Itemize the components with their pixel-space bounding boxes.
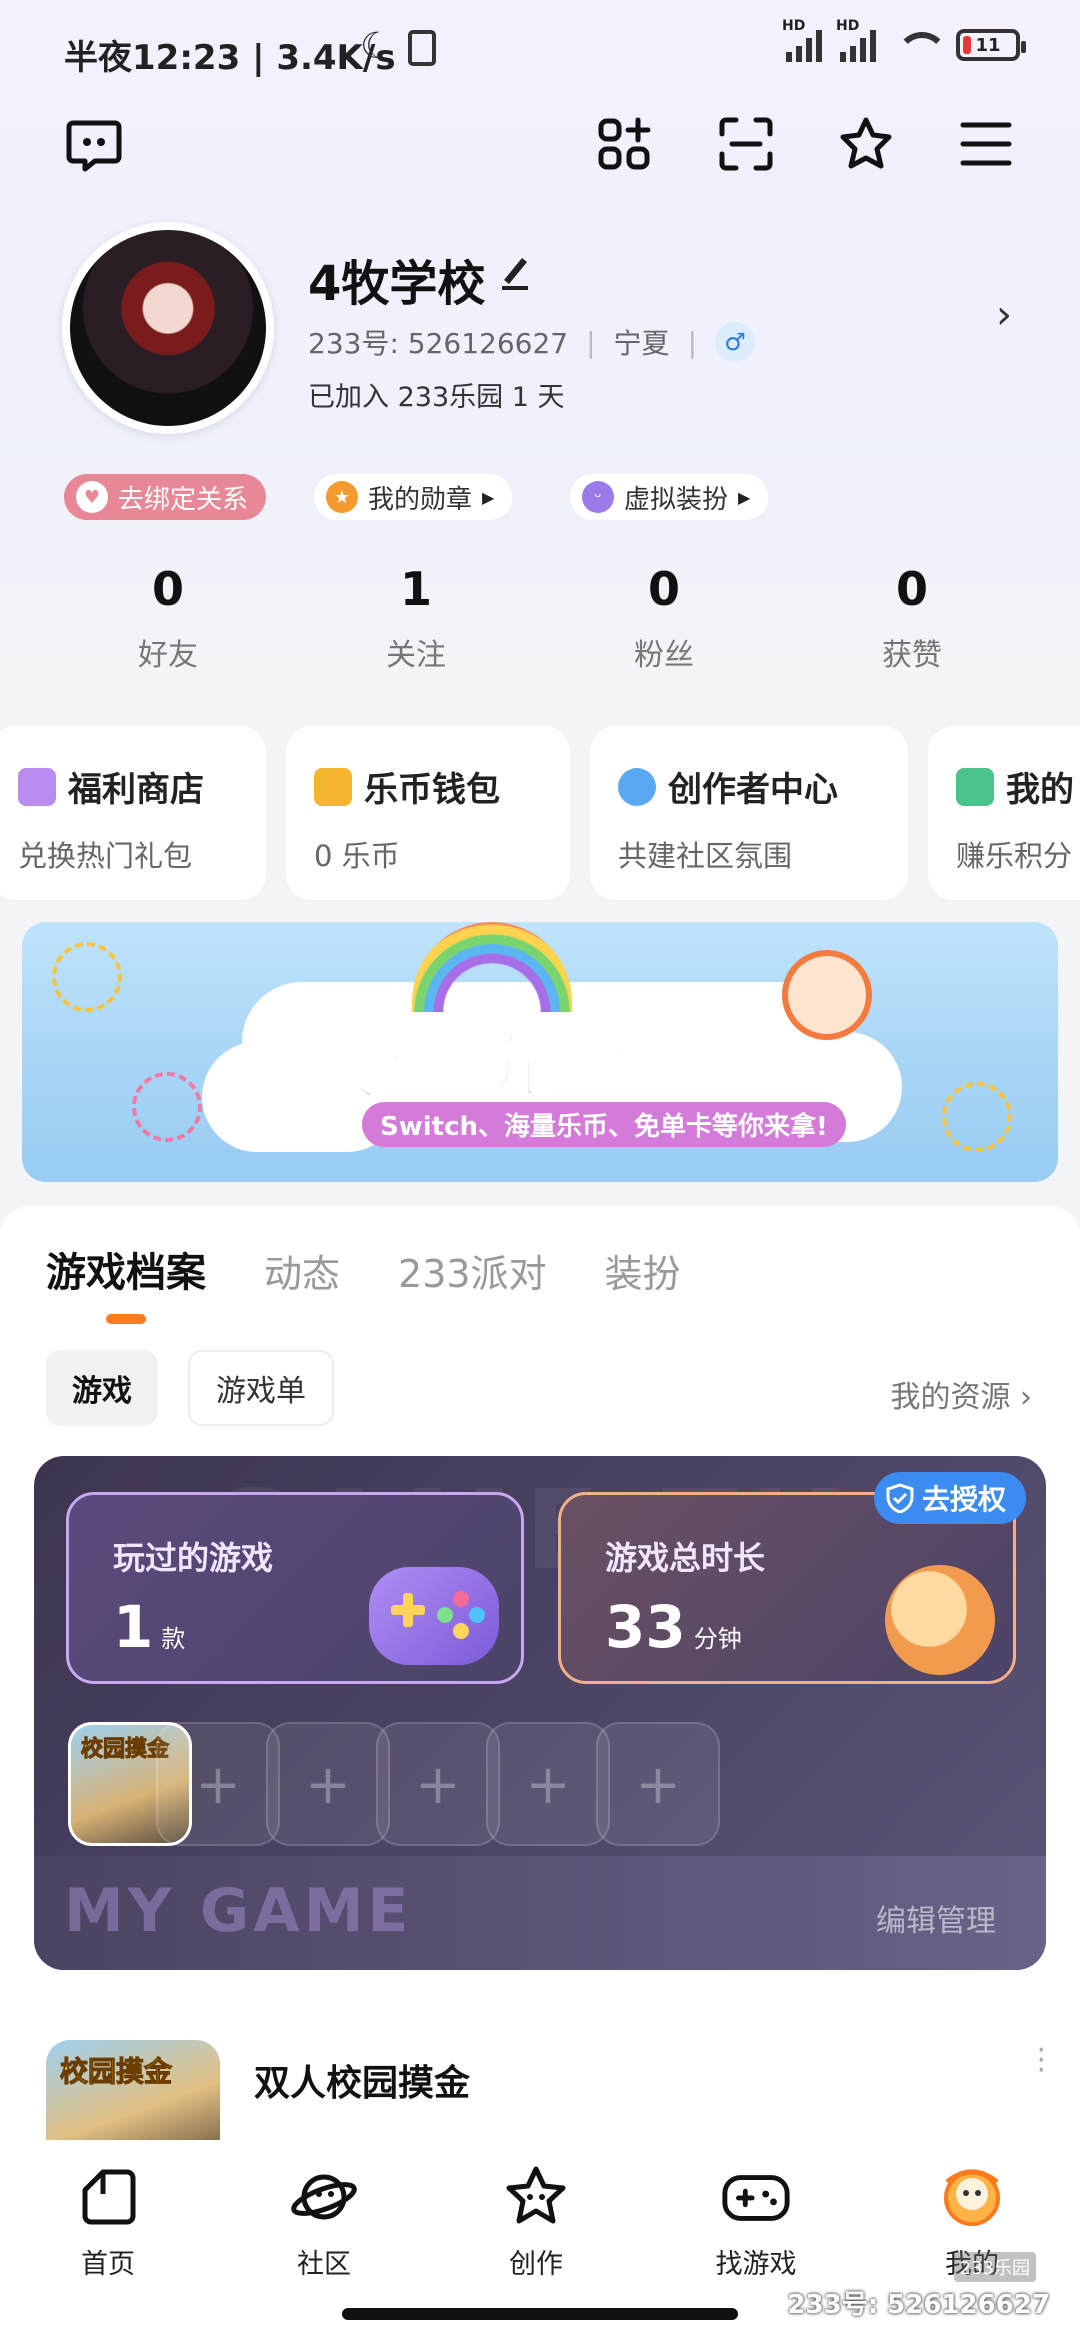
bind-relation-button[interactable]: ♥ 去绑定关系 <box>64 474 267 520</box>
signal-icon: HD <box>782 18 822 62</box>
welfare-shop-card[interactable]: 福利商店 兑换热门礼包 <box>0 726 266 900</box>
watermark-logo: 233乐园 <box>953 2252 1036 2282</box>
stat-following[interactable]: 1 关注 <box>336 562 496 674</box>
my-resources-link[interactable]: 我的资源 › <box>890 1372 1032 1416</box>
status-time: 半夜12:23 <box>64 38 241 78</box>
tab-party[interactable]: 233派对 <box>398 1243 547 1298</box>
banner-title: 快乐充能站 <box>290 1011 752 1115</box>
medal-icon: ★ <box>326 481 358 513</box>
star-icon <box>501 2164 571 2230</box>
promo-banner[interactable]: 快乐充能站 Switch、海量乐币、免单卡等你来拿! <box>22 922 1058 1182</box>
tab-indicator <box>106 1314 146 1324</box>
wifi-icon <box>894 28 948 62</box>
gift-icon <box>18 767 56 806</box>
profile-face-icon <box>937 2164 1007 2230</box>
edit-name-icon[interactable] <box>500 250 530 290</box>
triangle-right-icon: ▶ <box>482 487 495 507</box>
my-points-card[interactable]: 我的 赚乐积分 <box>928 726 1080 900</box>
add-game-slot[interactable]: + <box>596 1722 720 1846</box>
profile-region: 宁夏 <box>613 327 670 360</box>
gender-male-icon: ♂ <box>715 322 755 362</box>
nav-find-games[interactable]: 找游戏 <box>676 2164 836 2281</box>
battery-level: 11 <box>975 34 1001 56</box>
favorite-star-icon[interactable] <box>834 112 898 176</box>
stat-friends[interactable]: 0 好友 <box>88 562 248 674</box>
edit-manage-button[interactable]: 编辑管理 <box>876 1896 996 1940</box>
battery-icon: 11 <box>956 29 1026 61</box>
banner-subtitle: Switch、海量乐币、免单卡等你来拿! <box>362 1102 846 1147</box>
watermark-text: 233号: 526126627 <box>787 2290 1050 2320</box>
home-indicator[interactable] <box>342 2308 738 2320</box>
moon-icon: ☾ <box>360 26 393 67</box>
message-icon[interactable] <box>62 112 126 176</box>
signal-icon: HD <box>836 18 876 62</box>
hearts-icon: ♥ <box>76 481 108 513</box>
chip-game-lists[interactable]: 游戏单 <box>188 1350 334 1426</box>
notification-icon <box>408 30 436 66</box>
profile-id: 233号: 526126627 <box>308 327 569 360</box>
coin-wallet-card[interactable]: 乐币钱包 0 乐币 <box>286 726 570 900</box>
chip-games[interactable]: 游戏 <box>46 1350 158 1426</box>
game-thumbnail: 校园摸金 <box>46 2040 220 2150</box>
home-icon <box>73 2164 143 2230</box>
creator-center-card[interactable]: 创作者中心 共建社区氛围 <box>590 726 908 900</box>
more-options-icon[interactable]: · · · <box>1036 2036 1046 2086</box>
clown-decoration <box>782 950 872 1040</box>
tab-outfit[interactable]: 装扮 <box>605 1243 681 1298</box>
add-game-slot[interactable]: + <box>266 1722 390 1846</box>
my-medals-button[interactable]: ★ 我的勋章 ▶ <box>314 474 513 520</box>
status-bar: 半夜12:23 | 3.4K/s ☾ HD HD 11 <box>0 0 1080 100</box>
book-icon <box>956 767 994 806</box>
planet-icon <box>289 2164 359 2230</box>
triangle-right-icon: ▶ <box>738 487 751 507</box>
add-game-slot[interactable]: + <box>156 1722 280 1846</box>
nav-create[interactable]: 创作 <box>456 2164 616 2281</box>
gamepad-icon <box>369 1567 499 1665</box>
nav-community[interactable]: 社区 <box>244 2164 404 2281</box>
gamepad-icon <box>721 2164 791 2230</box>
virtual-outfit-button[interactable]: ᵕ 虚拟装扮 ▶ <box>570 474 769 520</box>
shield-check-icon <box>886 1483 914 1513</box>
scan-icon[interactable] <box>714 112 778 176</box>
add-game-slot[interactable]: + <box>486 1722 610 1846</box>
game-stats-card: GAME TIME 玩过的游戏 1款 游戏总时长 33分钟 去授权 校园摸金 +… <box>34 1456 1046 1970</box>
joined-text: 已加入 233乐园 1 天 <box>308 382 565 413</box>
stat-fans[interactable]: 0 粉丝 <box>584 562 744 674</box>
avatar[interactable] <box>62 222 274 434</box>
tab-game-archive[interactable]: 游戏档案 <box>46 1240 206 1298</box>
game-list-item[interactable]: 校园摸金 双人校园摸金 · · · <box>46 2036 1046 2150</box>
profile-tabs: 游戏档案 动态 233派对 装扮 <box>46 1240 681 1298</box>
played-games-box[interactable]: 玩过的游戏 1款 <box>66 1492 524 1684</box>
apps-icon[interactable] <box>592 112 656 176</box>
profile-info: 233号: 526126627 | 宁夏 | ♂ <box>308 322 755 362</box>
planet-icon <box>618 767 656 806</box>
stopwatch-icon <box>885 1565 995 1675</box>
authorize-button[interactable]: 去授权 <box>873 1472 1026 1524</box>
profile-name: 4牧学校 <box>308 256 486 312</box>
my-game-bg-text: MY GAME <box>64 1876 413 1946</box>
chevron-right-icon[interactable]: › <box>996 292 1012 338</box>
menu-icon[interactable] <box>954 112 1018 176</box>
add-game-slot[interactable]: + <box>376 1722 500 1846</box>
tab-feed[interactable]: 动态 <box>264 1243 340 1298</box>
cat-face-icon: ᵕ <box>582 481 614 513</box>
game-name: 双人校园摸金 <box>254 2063 471 2104</box>
nav-home[interactable]: 首页 <box>28 2164 188 2281</box>
wallet-icon <box>314 767 352 806</box>
stat-likes[interactable]: 0 获赞 <box>832 562 992 674</box>
